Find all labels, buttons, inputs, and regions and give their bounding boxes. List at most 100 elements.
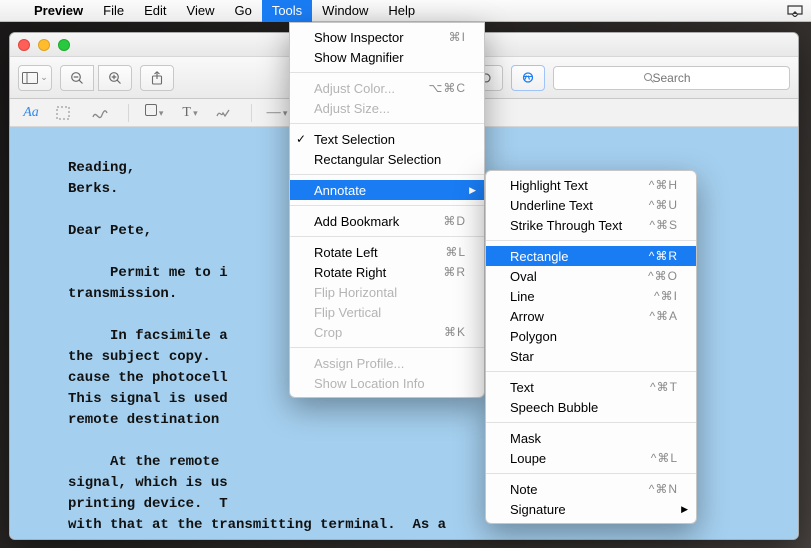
line-style-dropdown[interactable]: — xyxy=(266,105,288,121)
markup-toolbar-button[interactable] xyxy=(511,65,545,91)
annotate-item-mask[interactable]: Mask xyxy=(486,428,696,448)
menu-item-shortcut: ⌘K xyxy=(444,325,466,339)
menu-item-label: Text xyxy=(510,380,640,395)
annotate-item-note[interactable]: Note ^⌘N xyxy=(486,479,696,499)
menu-item-shortcut: ^⌘N xyxy=(649,482,678,496)
minimize-button[interactable] xyxy=(38,39,50,51)
menu-item-label: Highlight Text xyxy=(510,178,639,193)
menu-item-shortcut: ^⌘U xyxy=(649,198,678,212)
menu-item-label: Show Magnifier xyxy=(314,50,466,65)
menu-file[interactable]: File xyxy=(93,0,134,22)
menu-item-label: Text Selection xyxy=(314,132,466,147)
menu-edit[interactable]: Edit xyxy=(134,0,176,22)
menu-item-label: Rotate Left xyxy=(314,245,435,260)
tools-item-rotate-right[interactable]: Rotate Right ⌘R xyxy=(290,262,484,282)
sign-tool-button[interactable] xyxy=(215,107,237,119)
menu-help[interactable]: Help xyxy=(378,0,425,22)
annotate-submenu: Highlight Text^⌘HUnderline Text^⌘UStrike… xyxy=(485,170,697,524)
menu-item-label: Line xyxy=(510,289,644,304)
menu-item-shortcut: ^⌘T xyxy=(650,380,678,394)
tools-item-add-bookmark[interactable]: Add Bookmark ⌘D xyxy=(290,211,484,231)
annotate-item-oval[interactable]: Oval^⌘O xyxy=(486,266,696,286)
annotate-item-text[interactable]: Text ^⌘T xyxy=(486,377,696,397)
menu-item-label: Strike Through Text xyxy=(510,218,639,233)
menu-window[interactable]: Window xyxy=(312,0,378,22)
menu-go[interactable]: Go xyxy=(224,0,261,22)
menu-item-shortcut: ⌘D xyxy=(443,214,466,228)
menu-item-label: Show Inspector xyxy=(314,30,439,45)
menu-item-shortcut: ⌘R xyxy=(443,265,466,279)
shapes-dropdown[interactable] xyxy=(143,104,165,121)
tools-item-flip-horizontal: Flip Horizontal xyxy=(290,282,484,302)
menu-item-shortcut: ^⌘I xyxy=(654,289,678,303)
annotate-item-highlight-text[interactable]: Highlight Text ^⌘H xyxy=(486,175,696,195)
tools-item-show-location-info: Show Location Info xyxy=(290,373,484,393)
menu-item-label: Speech Bubble xyxy=(510,400,678,415)
menu-item-label: Rectangle xyxy=(510,249,639,264)
menu-item-shortcut: ⌥⌘C xyxy=(429,81,467,95)
search-input[interactable] xyxy=(553,66,790,90)
text-tool-dropdown[interactable]: T xyxy=(179,105,201,121)
window-traffic-lights xyxy=(18,39,70,51)
tools-item-show-magnifier[interactable]: Show Magnifier xyxy=(290,47,484,67)
tools-menu: Show Inspector ⌘I Show Magnifier Adjust Col… xyxy=(289,22,485,398)
sidebar-view-button[interactable]: ⌄ xyxy=(18,65,52,91)
menu-item-label: Adjust Color... xyxy=(314,81,419,96)
zoom-out-button[interactable] xyxy=(60,65,94,91)
menu-item-label: Flip Vertical xyxy=(314,305,466,320)
menu-item-shortcut: ^⌘A xyxy=(649,309,678,323)
menu-tools[interactable]: Tools xyxy=(262,0,312,22)
app-menu-preview[interactable]: Preview xyxy=(24,0,93,22)
tools-item-show-inspector[interactable]: Show Inspector ⌘I xyxy=(290,27,484,47)
tools-item-crop: Crop ⌘K xyxy=(290,322,484,342)
annotate-item-loupe[interactable]: Loupe ^⌘L xyxy=(486,448,696,468)
menu-item-label: Annotate xyxy=(314,183,466,198)
tools-item-text-selection[interactable]: ✓Text Selection xyxy=(290,129,484,149)
tools-item-rotate-left[interactable]: Rotate Left⌘L xyxy=(290,242,484,262)
menu-item-label: Signature xyxy=(510,502,678,517)
annotate-item-signature[interactable]: Signature xyxy=(486,499,696,519)
menu-item-label: Loupe xyxy=(510,451,641,466)
menu-item-shortcut: ⌘I xyxy=(449,30,466,44)
menu-view[interactable]: View xyxy=(177,0,225,22)
menu-item-label: Arrow xyxy=(510,309,639,324)
annotate-item-polygon[interactable]: Polygon xyxy=(486,326,696,346)
zoom-in-button[interactable] xyxy=(98,65,132,91)
annotate-item-arrow[interactable]: Arrow ^⌘A xyxy=(486,306,696,326)
menu-item-shortcut: ^⌘H xyxy=(649,178,678,192)
menu-item-label: Polygon xyxy=(510,329,678,344)
annotate-item-rectangle[interactable]: Rectangle ^⌘R xyxy=(486,246,696,266)
tools-item-adjust-color-: Adjust Color... ⌥⌘C xyxy=(290,78,484,98)
menu-item-label: Add Bookmark xyxy=(314,214,433,229)
annotate-item-underline-text[interactable]: Underline Text^⌘U xyxy=(486,195,696,215)
menu-item-label: Flip Horizontal xyxy=(314,285,466,300)
menu-item-label: Rotate Right xyxy=(314,265,433,280)
tools-item-adjust-size-: Adjust Size... xyxy=(290,98,484,118)
zoom-button[interactable] xyxy=(58,39,70,51)
menu-item-label: Rectangular Selection xyxy=(314,152,466,167)
menu-item-label: Mask xyxy=(510,431,678,446)
share-button[interactable] xyxy=(140,65,174,91)
close-button[interactable] xyxy=(18,39,30,51)
tools-item-flip-vertical: Flip Vertical xyxy=(290,302,484,322)
menu-item-label: Note xyxy=(510,482,639,497)
system-menubar: Preview File Edit View Go Tools Window H… xyxy=(0,0,811,22)
tools-item-annotate[interactable]: Annotate xyxy=(290,180,484,200)
sketch-tool-button[interactable] xyxy=(92,107,114,119)
selection-tool-button[interactable] xyxy=(56,106,78,120)
menu-item-shortcut: ^⌘L xyxy=(651,451,678,465)
menu-item-label: Oval xyxy=(510,269,638,284)
tools-item-assign-profile-: Assign Profile... xyxy=(290,353,484,373)
airplay-tray-icon[interactable] xyxy=(787,5,803,17)
annotate-item-line[interactable]: Line ^⌘I xyxy=(486,286,696,306)
annotate-item-strike-through-text[interactable]: Strike Through Text ^⌘S xyxy=(486,215,696,235)
menu-item-shortcut: ^⌘R xyxy=(649,249,678,263)
chevron-down-icon: ⌄ xyxy=(40,72,48,83)
annotate-item-star[interactable]: Star xyxy=(486,346,696,366)
annotate-item-speech-bubble[interactable]: Speech Bubble xyxy=(486,397,696,417)
menu-item-label: Show Location Info xyxy=(314,376,466,391)
tools-item-rectangular-selection[interactable]: Rectangular Selection xyxy=(290,149,484,169)
text-style-button[interactable]: Aa xyxy=(20,105,42,121)
menu-item-label: Crop xyxy=(314,325,434,340)
menu-item-shortcut: ^⌘S xyxy=(649,218,678,232)
